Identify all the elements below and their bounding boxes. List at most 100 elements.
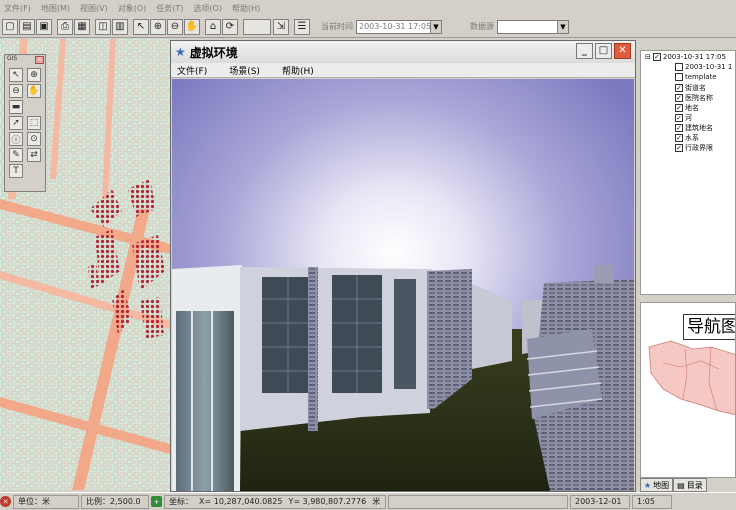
zoom-out-icon[interactable]: ⊖	[9, 84, 23, 98]
layer-checkbox[interactable]	[675, 73, 683, 81]
layer-checkbox[interactable]	[652, 53, 661, 61]
star-icon: ★	[175, 45, 186, 59]
export-icon[interactable]: ⇲	[273, 18, 289, 35]
window-title: 虚拟环境	[189, 45, 238, 60]
scale-value: 2,500.0	[110, 497, 141, 506]
tree-item-label: 街道名	[685, 84, 706, 92]
window-menu-scene[interactable]: 场景(S)	[229, 64, 260, 77]
select-arrow-icon[interactable]: ↖	[133, 18, 149, 35]
tree-item-label: 行政界限	[685, 144, 713, 152]
print-preview-icon[interactable]: ▦	[74, 18, 90, 35]
layer-checkbox[interactable]	[675, 104, 683, 112]
unit-cell: 单位： 米	[13, 494, 79, 509]
layer-checkbox[interactable]	[675, 124, 683, 132]
pointer-icon[interactable]: ➚	[9, 116, 23, 130]
window-controls: _ □ ✕	[576, 43, 631, 59]
coord-x: X= 10,287,040.0825	[199, 497, 283, 506]
layer-icon[interactable]: ◫	[95, 18, 111, 35]
tab-catalog-label: 目录	[686, 480, 703, 490]
open-folder-icon[interactable]: ▤	[19, 18, 35, 35]
select-area-icon[interactable]: ⬚	[27, 116, 41, 130]
route-icon[interactable]: ⇄	[27, 148, 41, 162]
layer-checkbox[interactable]	[675, 84, 683, 92]
select-arrow-icon[interactable]: ↖	[9, 68, 23, 82]
close-icon[interactable]: ×	[35, 56, 44, 64]
time-cell: 1:05	[632, 494, 672, 509]
menu-object[interactable]: 对象(O)	[118, 3, 147, 14]
pan-hand-icon[interactable]: ✋	[27, 84, 41, 98]
tree-root[interactable]: ⊟ 2003-10-31 17:05	[645, 53, 726, 61]
time-combo[interactable]: 2003-10-31 17:05 ▼	[356, 19, 442, 34]
save-icon[interactable]: ▣	[36, 18, 52, 35]
tree-item[interactable]: template	[675, 73, 717, 81]
tree-item[interactable]: 行政界限	[675, 143, 713, 153]
layer-checkbox[interactable]	[675, 114, 683, 122]
status-bar: ✕ 单位： 米 比例： 2,500.0 + 坐标： X= 10,287,040.…	[0, 492, 736, 510]
status-empty-cell	[388, 494, 568, 509]
date-cell: 2003-12-01	[570, 494, 630, 509]
menu-file[interactable]: 文件(F)	[4, 3, 31, 14]
calculator-icon[interactable]: ☰	[294, 18, 310, 35]
tree-item[interactable]: 水系	[675, 133, 699, 143]
window-menubar: 文件(F) 场景(S) 帮助(H)	[171, 63, 635, 78]
text-tool-icon[interactable]: T	[9, 164, 23, 178]
tree-item[interactable]: 建筑地名	[675, 123, 713, 133]
minimize-button[interactable]: _	[576, 43, 593, 59]
tab-catalog[interactable]: ▤ 目录	[673, 478, 707, 492]
close-button[interactable]: ✕	[614, 43, 631, 59]
zoom-in-icon[interactable]: ⊕	[150, 18, 166, 35]
chevron-down-icon[interactable]: ▼	[557, 20, 568, 33]
window-menu-help[interactable]: 帮助(H)	[282, 64, 314, 77]
layer-checkbox[interactable]	[675, 144, 683, 152]
refresh-icon[interactable]: ⟳	[222, 18, 238, 35]
info-icon[interactable]: ⓘ	[9, 132, 23, 146]
datasource-label: 数据源	[470, 22, 494, 31]
tab-map[interactable]: ★ 地图	[640, 478, 674, 492]
layer-checkbox[interactable]	[675, 94, 683, 102]
layer-tree-panel: ⊟ 2003-10-31 17:05 2003-10-31 1 template…	[640, 50, 736, 295]
coordinate-cell: 坐标： X= 10,287,040.0825 Y= 3,980,807.2776…	[164, 494, 386, 509]
pencil-icon[interactable]: ✎	[9, 148, 23, 162]
star-icon: ★	[644, 480, 652, 490]
binoculars-icon[interactable]: ⊙	[27, 132, 41, 146]
menu-help[interactable]: 帮助(H)	[232, 3, 260, 14]
measure-icon[interactable]: ▬	[9, 100, 23, 114]
menu-options[interactable]: 选项(O)	[193, 3, 222, 14]
window-menu-file[interactable]: 文件(F)	[177, 64, 207, 77]
new-file-icon[interactable]: ▢	[2, 18, 18, 35]
tree-item-label: 河	[685, 114, 692, 122]
3d-scene-viewport[interactable]	[172, 79, 634, 491]
stop-icon[interactable]: ✕	[0, 496, 11, 507]
layer-checkbox[interactable]	[675, 134, 683, 142]
chevron-down-icon[interactable]: ▼	[430, 20, 441, 33]
menu-task[interactable]: 任务(T)	[156, 3, 183, 14]
zoom-out-icon[interactable]: ⊖	[167, 18, 183, 35]
tree-item[interactable]: 街道名	[675, 83, 706, 93]
maximize-button[interactable]: □	[595, 43, 612, 59]
menu-view[interactable]: 视图(V)	[80, 3, 108, 14]
properties-icon[interactable]: ▥	[112, 18, 128, 35]
tools-grid: ↖ ⊕ ⊖ ✋ ▬ ➚ ⬚ ⓘ ⊙ ✎ ⇄ T	[5, 65, 45, 181]
tree-item-label: template	[685, 73, 717, 81]
blank-button[interactable]	[243, 18, 271, 35]
tree-item[interactable]: 医院名称	[675, 93, 713, 103]
tree-item-label: 2003-10-31 1	[685, 63, 733, 71]
datasource-combo[interactable]: ▼	[497, 19, 569, 34]
layer-checkbox[interactable]	[675, 63, 683, 71]
tools-panel-title-text: GIS	[7, 55, 18, 62]
coordinate-icon: +	[151, 496, 162, 507]
tree-item[interactable]: 2003-10-31 1	[675, 63, 732, 71]
coord-label: 坐标：	[169, 497, 193, 506]
status-date: 2003-12-01	[575, 497, 622, 506]
pan-hand-icon[interactable]: ✋	[184, 18, 200, 35]
tree-item[interactable]: 河	[675, 113, 692, 123]
print-icon[interactable]: ⎙	[57, 18, 73, 35]
navigation-panel[interactable]: 导航图	[640, 302, 736, 478]
zoom-in-icon[interactable]: ⊕	[27, 68, 41, 82]
catalog-icon: ▤	[677, 480, 685, 490]
home-icon[interactable]: ⌂	[205, 18, 221, 35]
tree-root-label: 2003-10-31 17:05	[662, 53, 726, 61]
window-titlebar[interactable]: ★ 虚拟环境 _ □ ✕	[171, 41, 635, 63]
tree-item[interactable]: 地名	[675, 103, 699, 113]
menu-map[interactable]: 地图(M)	[41, 3, 70, 14]
